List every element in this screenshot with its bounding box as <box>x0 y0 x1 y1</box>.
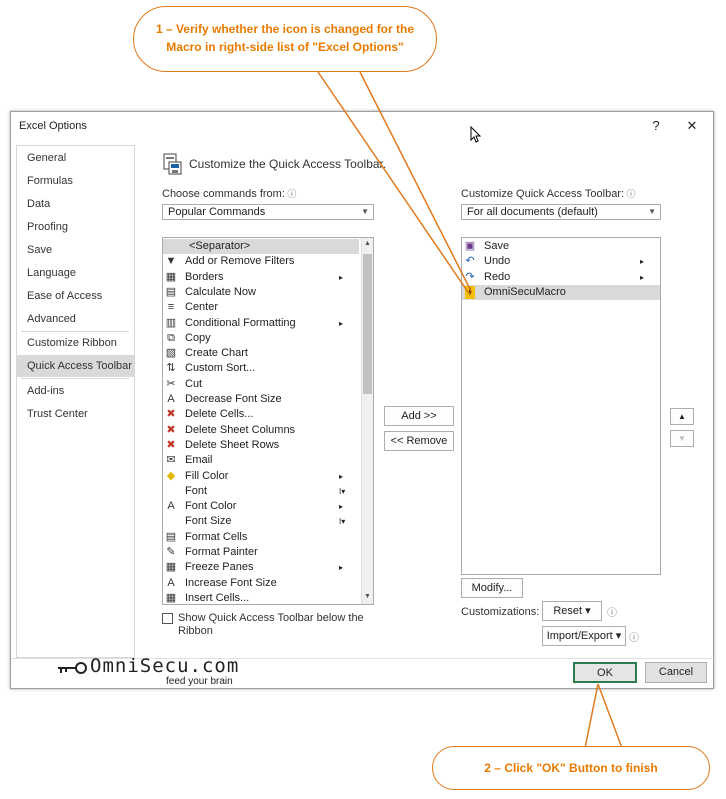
mouse-cursor-icon <box>470 126 482 143</box>
annotation-bottom-text: 2 – Click "OK" Button to finish <box>484 761 658 775</box>
annotation-bottom-bubble: 2 – Click "OK" Button to finish <box>432 746 710 790</box>
annotation-connectors <box>317 71 623 749</box>
